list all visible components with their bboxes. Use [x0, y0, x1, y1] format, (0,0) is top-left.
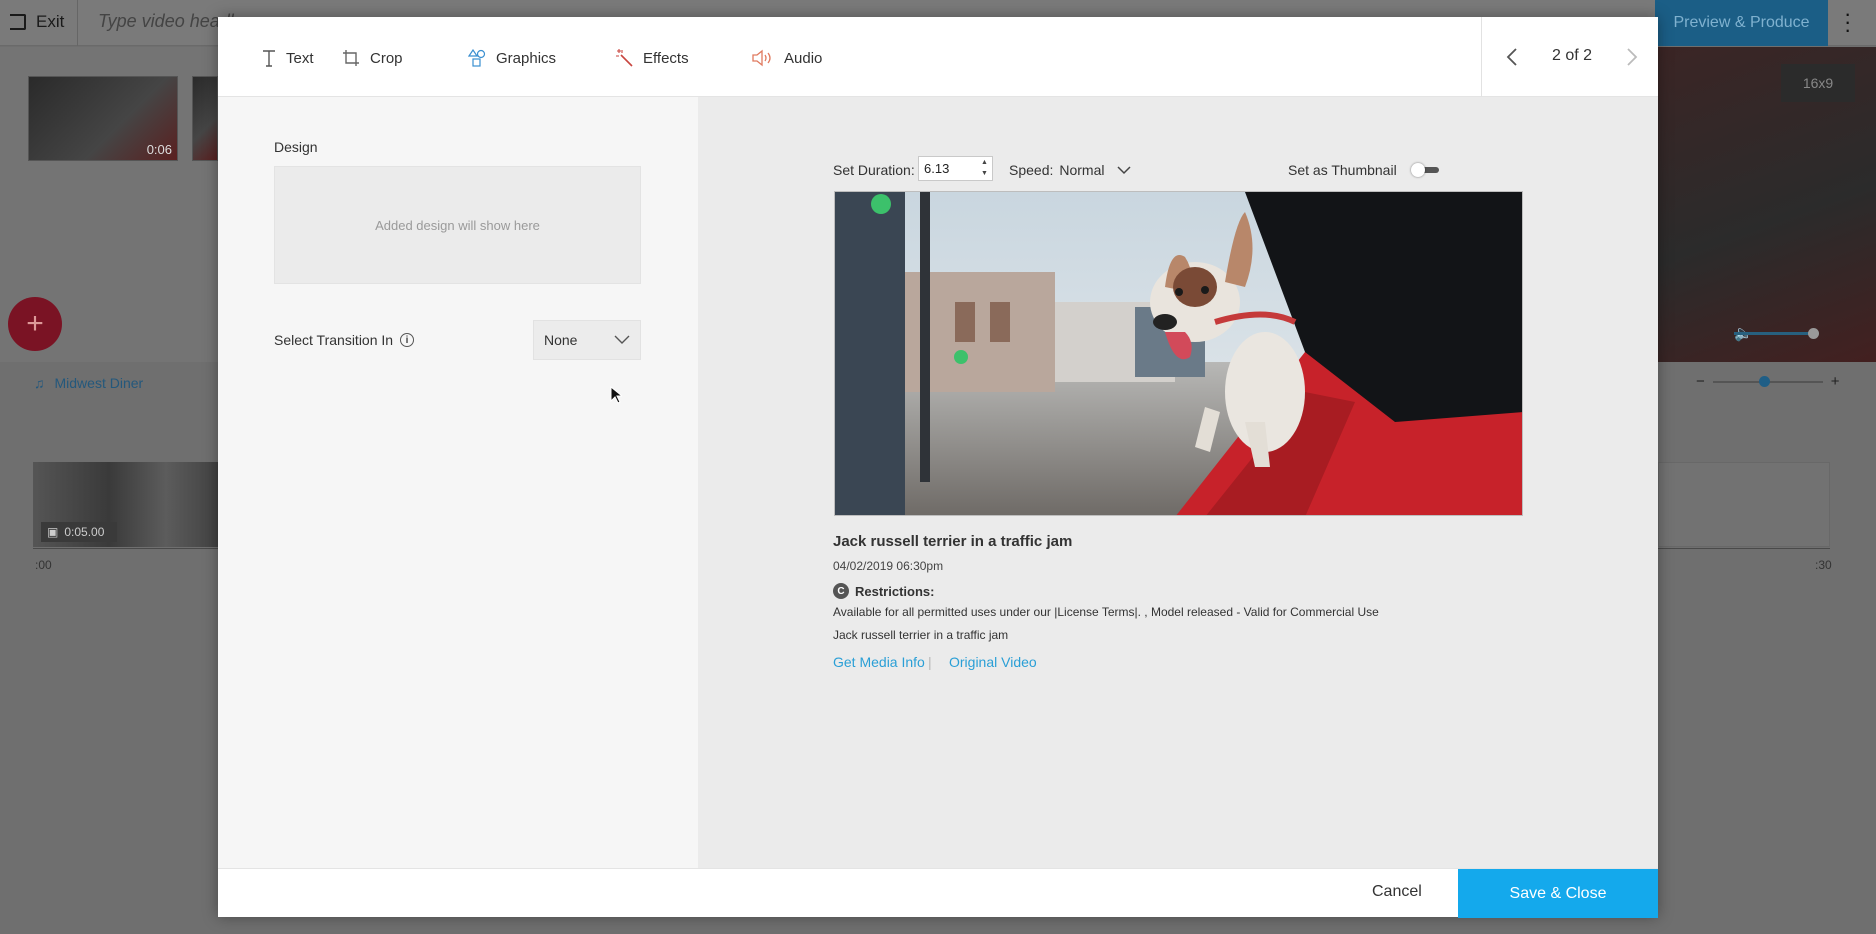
chevron-down-icon: [1116, 165, 1131, 174]
volume-slider-knob[interactable]: [1808, 328, 1819, 339]
transition-select[interactable]: None: [533, 320, 641, 360]
chevron-down-icon: [614, 335, 630, 344]
timeline-clip-duration-label: 0:05.00: [64, 525, 105, 539]
ruler-start-label: :00: [35, 558, 52, 572]
stepper-up-icon[interactable]: ▲: [978, 157, 991, 168]
speed-label: Speed:: [1009, 162, 1054, 178]
media-panel: Set Duration: 6.13 ▲ ▼ Speed: Normal Set …: [698, 97, 1658, 868]
copyright-icon: C: [833, 583, 849, 599]
timeline-empty-slot: [1658, 462, 1830, 547]
tab-effects-label: Effects: [643, 49, 689, 67]
tab-crop-label: Crop: [370, 49, 403, 67]
tab-text[interactable]: Text: [262, 47, 314, 69]
tab-audio-label: Audio: [784, 49, 823, 67]
stepper-down-icon[interactable]: ▼: [978, 168, 991, 179]
exit-button[interactable]: Exit: [10, 12, 64, 32]
pager-label: 2 of 2: [1551, 47, 1593, 64]
preview-produce-button[interactable]: Preview & Produce: [1655, 0, 1828, 46]
tab-graphics[interactable]: Graphics: [468, 47, 556, 69]
more-menu-icon[interactable]: · · ·: [1844, 3, 1851, 41]
design-label: Design: [274, 139, 318, 155]
media-description: Jack russell terrier in a traffic jam: [833, 628, 1009, 642]
speaker-icon: [752, 49, 771, 67]
zoom-slider-knob[interactable]: [1758, 375, 1770, 387]
chevron-left-icon[interactable]: [1502, 45, 1522, 69]
transition-label-row: Select Transition In i: [274, 332, 415, 348]
speed-value: Normal: [1059, 162, 1105, 178]
zoom-out-icon[interactable]: −: [1696, 373, 1705, 390]
tab-effects[interactable]: Effects: [615, 47, 689, 69]
zoom-in-icon[interactable]: +: [1831, 373, 1840, 390]
thumbnail-label: Set as Thumbnail: [1288, 162, 1397, 178]
media-title: Jack russell terrier in a traffic jam: [833, 533, 1073, 550]
crop-icon: [343, 50, 359, 66]
headline-input[interactable]: Type video headl: [98, 11, 234, 32]
design-placeholder: Added design will show here: [375, 217, 540, 233]
original-video-link[interactable]: Original Video: [949, 654, 1037, 670]
transition-selected-value: None: [544, 332, 578, 348]
clip-duration: 0:06: [146, 142, 172, 157]
aspect-ratio-badge[interactable]: 16x9: [1781, 64, 1855, 102]
text-icon: [263, 50, 275, 67]
toggle-knob: [1411, 163, 1425, 177]
ruler-end-label: :30: [1815, 558, 1832, 572]
tab-crop[interactable]: Crop: [342, 47, 403, 69]
graphics-icon: [468, 49, 486, 67]
pager-divider: [1481, 17, 1482, 97]
add-clip-button[interactable]: +: [8, 297, 62, 351]
restrictions-header: C Restrictions:: [833, 583, 934, 599]
clip-thumbnail[interactable]: [192, 76, 218, 161]
modal-footer: Cancel Save & Close: [218, 868, 1658, 918]
mouse-cursor-icon: [610, 386, 622, 404]
topbar-divider: [77, 0, 78, 46]
volume-slider[interactable]: [1734, 332, 1814, 335]
duration-stepper[interactable]: ▲ ▼: [978, 157, 991, 180]
music-note-icon: ♫: [34, 375, 45, 391]
design-drop-area: Added design will show here: [274, 166, 641, 284]
cancel-button[interactable]: Cancel: [1372, 883, 1422, 901]
save-close-button[interactable]: Save & Close: [1458, 869, 1658, 918]
music-track-label: Midwest Diner: [54, 375, 144, 391]
music-track-button[interactable]: ♫ Midwest Diner: [34, 375, 143, 391]
tab-graphics-label: Graphics: [496, 49, 557, 67]
restrictions-text: Available for all permitted uses under o…: [833, 605, 1379, 619]
exit-label: Exit: [36, 12, 65, 31]
media-date: 04/02/2019 06:30pm: [833, 559, 944, 573]
chevron-right-icon[interactable]: [1622, 45, 1642, 69]
tab-text-label: Text: [286, 49, 314, 67]
timeline-zoom[interactable]: − +: [1696, 373, 1840, 390]
zoom-slider[interactable]: [1712, 375, 1823, 387]
speed-dropdown[interactable]: Speed: Normal: [1009, 162, 1131, 178]
transition-label: Select Transition In: [274, 332, 394, 348]
clip-edit-modal: Text Crop Graphics Effects Audio 2 of 2 …: [218, 17, 1658, 918]
restrictions-label: Restrictions:: [855, 583, 935, 599]
tab-audio[interactable]: Audio: [752, 47, 822, 69]
design-panel: Design Added design will show here Selec…: [218, 97, 698, 868]
image-icon: ▣: [47, 525, 59, 539]
clip-thumbnail[interactable]: 0:06: [28, 76, 178, 161]
modal-header: Text Crop Graphics Effects Audio 2 of 2: [218, 17, 1658, 97]
timeline-clip-duration: ▣ 0:05.00: [41, 522, 117, 542]
effects-wand-icon: [616, 49, 633, 67]
duration-label: Set Duration:: [833, 162, 915, 178]
video-frame-image: [835, 192, 1522, 515]
exit-icon: [10, 14, 26, 30]
thumbnail-toggle[interactable]: [1411, 163, 1439, 177]
link-separator: |: [928, 654, 932, 670]
video-preview[interactable]: [834, 191, 1523, 516]
get-media-info-link[interactable]: Get Media Info: [833, 654, 925, 670]
info-icon[interactable]: i: [400, 333, 415, 347]
